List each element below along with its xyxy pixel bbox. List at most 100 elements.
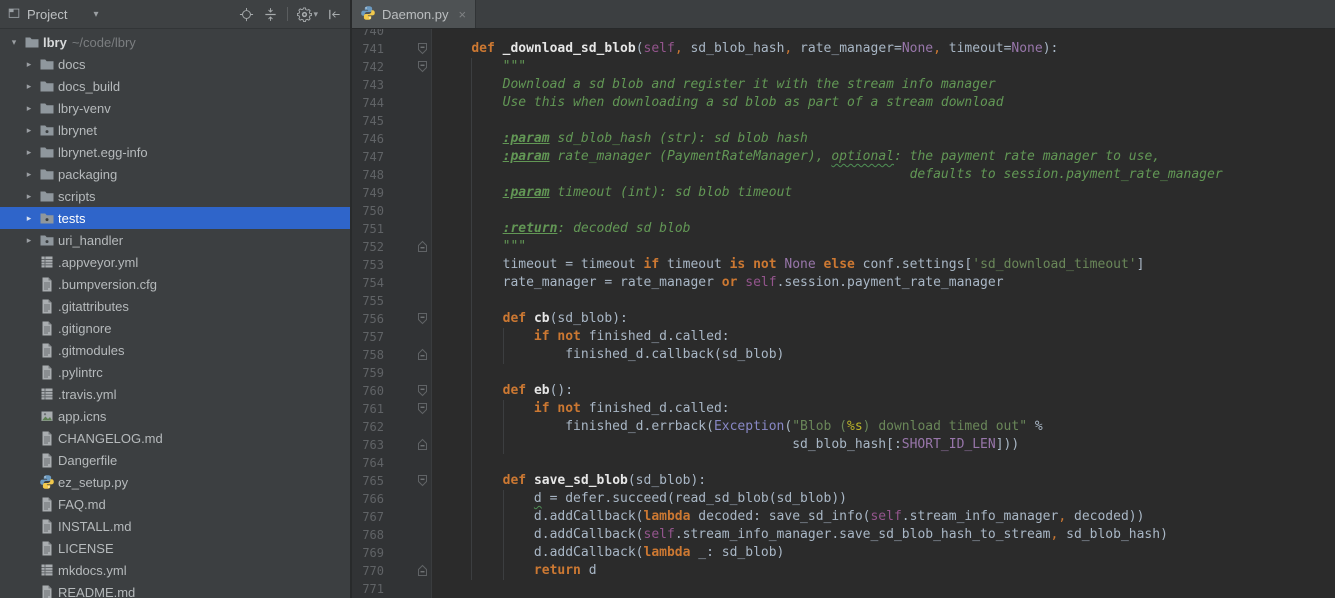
line-number[interactable]: 771 xyxy=(352,580,432,598)
line-number[interactable]: 747 xyxy=(352,148,432,166)
code-line[interactable]: 762 finished_d.errback(Exception("Blob (… xyxy=(352,418,1335,436)
code-line[interactable]: 761 if not finished_d.called: xyxy=(352,400,1335,418)
line-number[interactable]: 760 xyxy=(352,382,432,400)
tree-item-faq-md[interactable]: FAQ.md xyxy=(0,493,350,515)
code-line[interactable]: 750 xyxy=(352,202,1335,220)
line-number[interactable]: 744 xyxy=(352,94,432,112)
tree-item-tests[interactable]: ▸tests xyxy=(0,207,350,229)
tree-expand-icon[interactable]: ▸ xyxy=(20,235,38,246)
tree-expand-icon[interactable]: ▸ xyxy=(20,59,38,70)
tree-item-dangerfile[interactable]: Dangerfile xyxy=(0,449,350,471)
close-icon[interactable]: × xyxy=(458,7,466,22)
tree-item-readme-md[interactable]: README.md xyxy=(0,581,350,598)
code-line[interactable]: 767 d.addCallback(lambda decoded: save_s… xyxy=(352,508,1335,526)
line-number[interactable]: 748 xyxy=(352,166,432,184)
tree-expand-icon[interactable]: ▸ xyxy=(20,125,38,136)
code-line[interactable]: 754 rate_manager = rate_manager or self.… xyxy=(352,274,1335,292)
line-number[interactable]: 768 xyxy=(352,526,432,544)
code-line[interactable]: 748 defaults to session.payment_rate_man… xyxy=(352,166,1335,184)
line-number[interactable]: 756 xyxy=(352,310,432,328)
tree-item--gitignore[interactable]: .gitignore xyxy=(0,317,350,339)
line-number[interactable]: 762 xyxy=(352,418,432,436)
line-number[interactable]: 753 xyxy=(352,256,432,274)
tree-item--travis-yml[interactable]: .travis.yml xyxy=(0,383,350,405)
code-line[interactable]: 771 xyxy=(352,580,1335,598)
tree-item-changelog-md[interactable]: CHANGELOG.md xyxy=(0,427,350,449)
tree-item-lbry-venv[interactable]: ▸lbry-venv xyxy=(0,97,350,119)
code-line[interactable]: 756 def cb(sd_blob): xyxy=(352,310,1335,328)
code-line[interactable]: 755 xyxy=(352,292,1335,310)
line-number[interactable]: 743 xyxy=(352,76,432,94)
line-number[interactable]: 757 xyxy=(352,328,432,346)
gear-icon[interactable]: ▾ xyxy=(297,7,318,22)
tree-item-docs[interactable]: ▸docs xyxy=(0,53,350,75)
code-line[interactable]: 769 d.addCallback(lambda _: sd_blob) xyxy=(352,544,1335,562)
line-number[interactable]: 741 xyxy=(352,40,432,58)
code-line[interactable]: 752 """ xyxy=(352,238,1335,256)
collapse-all-icon[interactable] xyxy=(263,7,278,22)
code-line[interactable]: 746 :param sd_blob_hash (str): sd blob h… xyxy=(352,130,1335,148)
line-number[interactable]: 763 xyxy=(352,436,432,454)
code-line[interactable]: 765 def save_sd_blob(sd_blob): xyxy=(352,472,1335,490)
tree-item-lbrynet[interactable]: ▸lbrynet xyxy=(0,119,350,141)
line-number[interactable]: 767 xyxy=(352,508,432,526)
code-line[interactable]: 744 Use this when downloading a sd blob … xyxy=(352,94,1335,112)
tree-expand-icon[interactable]: ▸ xyxy=(20,169,38,180)
line-number[interactable]: 749 xyxy=(352,184,432,202)
tree-item--appveyor-yml[interactable]: .appveyor.yml xyxy=(0,251,350,273)
tree-item--pylintrc[interactable]: .pylintrc xyxy=(0,361,350,383)
line-number[interactable]: 769 xyxy=(352,544,432,562)
tree-item-mkdocs-yml[interactable]: mkdocs.yml xyxy=(0,559,350,581)
line-number[interactable]: 764 xyxy=(352,454,432,472)
tree-item-lbrynet-egg-info[interactable]: ▸lbrynet.egg-info xyxy=(0,141,350,163)
code-line[interactable]: 743 Download a sd blob and register it w… xyxy=(352,76,1335,94)
line-number[interactable]: 766 xyxy=(352,490,432,508)
line-number[interactable]: 754 xyxy=(352,274,432,292)
project-panel-title[interactable]: Project xyxy=(27,7,67,22)
line-number[interactable]: 742 xyxy=(352,58,432,76)
line-number[interactable]: 751 xyxy=(352,220,432,238)
locate-icon[interactable] xyxy=(239,7,254,22)
editor[interactable]: Daemon.py × 740741 def _download_sd_blob… xyxy=(352,0,1335,598)
line-number[interactable]: 770 xyxy=(352,562,432,580)
code-line[interactable]: 757 if not finished_d.called: xyxy=(352,328,1335,346)
tree-expand-icon[interactable]: ▸ xyxy=(20,191,38,202)
code-line[interactable]: 758 finished_d.callback(sd_blob) xyxy=(352,346,1335,364)
tree-item--bumpversion-cfg[interactable]: .bumpversion.cfg xyxy=(0,273,350,295)
tree-item-license[interactable]: LICENSE xyxy=(0,537,350,559)
tree-expand-icon[interactable]: ▸ xyxy=(20,147,38,158)
line-number[interactable]: 755 xyxy=(352,292,432,310)
line-number[interactable]: 758 xyxy=(352,346,432,364)
code-line[interactable]: 741 def _download_sd_blob(self, sd_blob_… xyxy=(352,40,1335,58)
line-number[interactable]: 752 xyxy=(352,238,432,256)
tree-expand-icon[interactable]: ▸ xyxy=(20,81,38,92)
line-number[interactable]: 746 xyxy=(352,130,432,148)
chevron-down-icon[interactable]: ▾ xyxy=(93,9,98,20)
code-line[interactable]: 768 d.addCallback(self.stream_info_manag… xyxy=(352,526,1335,544)
tree-item--gitattributes[interactable]: .gitattributes xyxy=(0,295,350,317)
code-line[interactable]: 770 return d xyxy=(352,562,1335,580)
hide-panel-icon[interactable] xyxy=(327,7,342,22)
code-line[interactable]: 749 :param timeout (int): sd blob timeou… xyxy=(352,184,1335,202)
code-line[interactable]: 759 xyxy=(352,364,1335,382)
tree-item-scripts[interactable]: ▸scripts xyxy=(0,185,350,207)
code-line[interactable]: 766 d = defer.succeed(read_sd_blob(sd_bl… xyxy=(352,490,1335,508)
tab-daemon-py[interactable]: Daemon.py × xyxy=(352,0,476,28)
code-line[interactable]: 753 timeout = timeout if timeout is not … xyxy=(352,256,1335,274)
tree-item-lbry[interactable]: ▾lbry~/code/lbry xyxy=(0,31,350,53)
tree-item-app-icns[interactable]: app.icns xyxy=(0,405,350,427)
tree-item-uri-handler[interactable]: ▸uri_handler xyxy=(0,229,350,251)
line-number[interactable]: 759 xyxy=(352,364,432,382)
tree-item-docs-build[interactable]: ▸docs_build xyxy=(0,75,350,97)
code-line[interactable]: 760 def eb(): xyxy=(352,382,1335,400)
code-line[interactable]: 751 :return: decoded sd blob xyxy=(352,220,1335,238)
tree-item-ez-setup-py[interactable]: ez_setup.py xyxy=(0,471,350,493)
code-pane[interactable]: 740741 def _download_sd_blob(self, sd_bl… xyxy=(352,22,1335,598)
line-number[interactable]: 765 xyxy=(352,472,432,490)
tree-expand-icon[interactable]: ▸ xyxy=(20,213,38,224)
code-line[interactable]: 747 :param rate_manager (PaymentRateMana… xyxy=(352,148,1335,166)
tree-item-packaging[interactable]: ▸packaging xyxy=(0,163,350,185)
line-number[interactable]: 750 xyxy=(352,202,432,220)
code-line[interactable]: 745 xyxy=(352,112,1335,130)
line-number[interactable]: 745 xyxy=(352,112,432,130)
